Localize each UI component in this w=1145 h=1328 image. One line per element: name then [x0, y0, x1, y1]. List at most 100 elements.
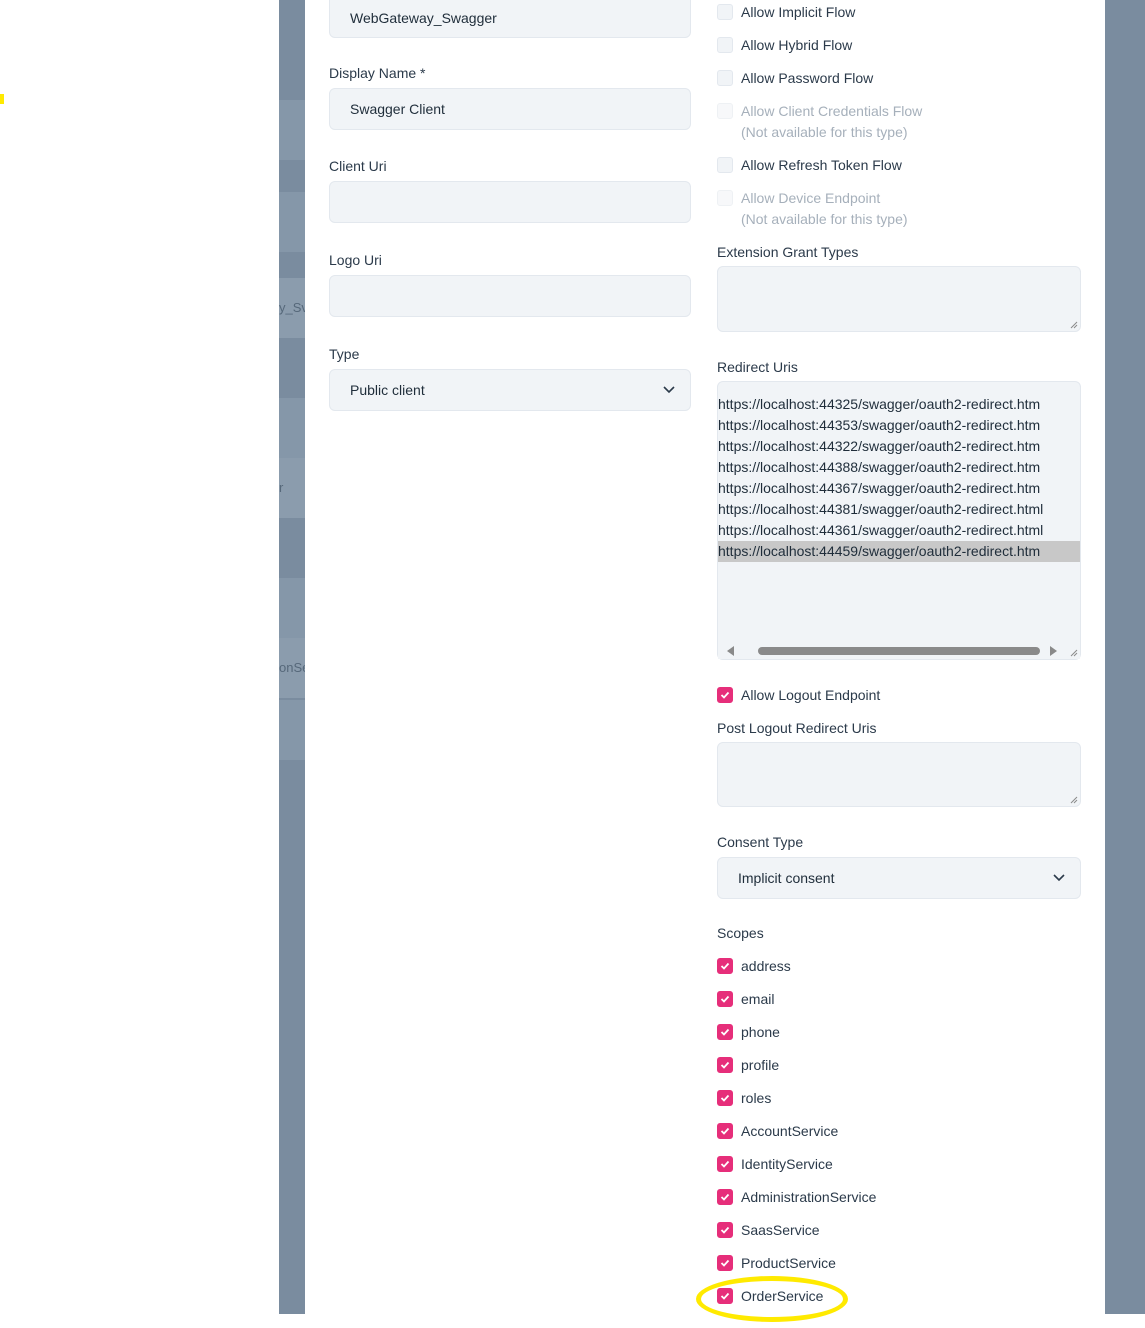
- checkbox-checked[interactable]: [717, 1156, 733, 1172]
- checkbox[interactable]: [717, 37, 733, 53]
- checkbox-checked[interactable]: [717, 1057, 733, 1073]
- checkbox-checked[interactable]: [717, 1123, 733, 1139]
- backdrop-row: [279, 192, 305, 252]
- consent-type-selected-value: Implicit consent: [738, 870, 835, 886]
- redirect-uri-line-selected: https://localhost:44459/swagger/oauth2-r…: [718, 541, 1080, 562]
- allow-refresh-token-flow[interactable]: Allow Refresh Token Flow: [717, 157, 902, 174]
- chevron-down-icon: [1053, 874, 1065, 882]
- scope-identity-service[interactable]: IdentityService: [717, 1156, 833, 1173]
- scope-label: AdministrationService: [741, 1189, 877, 1205]
- scope-profile[interactable]: profile: [717, 1057, 779, 1074]
- checkbox-disabled: [717, 190, 733, 206]
- resize-handle-icon[interactable]: [1070, 796, 1078, 804]
- checkbox-checked[interactable]: [717, 1222, 733, 1238]
- consent-type-label: Consent Type: [717, 834, 804, 850]
- backdrop-text: r: [279, 480, 284, 495]
- checkmark-icon: [720, 995, 730, 1003]
- scopes-label: Scopes: [717, 925, 764, 941]
- redirect-uri-line: https://localhost:44388/swagger/oauth2-r…: [718, 459, 1041, 475]
- allow-device-endpoint: Allow Device Endpoint (Not available for…: [717, 190, 908, 228]
- checkbox-checked[interactable]: [717, 1189, 733, 1205]
- checkbox-checked[interactable]: [717, 1255, 733, 1271]
- redirect-uri-line: https://localhost:44322/swagger/oauth2-r…: [718, 438, 1041, 454]
- checkbox[interactable]: [717, 4, 733, 20]
- allow-logout-endpoint-label: Allow Logout Endpoint: [741, 687, 881, 703]
- checkmark-icon: [720, 1028, 730, 1036]
- scope-label: phone: [741, 1024, 780, 1040]
- display-name-label: Display Name *: [329, 65, 426, 81]
- scope-email[interactable]: email: [717, 991, 774, 1008]
- checkmark-icon: [720, 1061, 730, 1069]
- logo-uri-label: Logo Uri: [329, 252, 382, 268]
- checkmark-icon: [720, 1160, 730, 1168]
- redirect-uri-line: https://localhost:44381/swagger/oauth2-r…: [718, 501, 1044, 517]
- scope-label: ProductService: [741, 1255, 836, 1271]
- allow-hybrid-flow[interactable]: Allow Hybrid Flow: [717, 37, 852, 54]
- post-logout-redirect-uris-label: Post Logout Redirect Uris: [717, 720, 877, 736]
- scope-label: IdentityService: [741, 1156, 833, 1172]
- redirect-uri-list: https://localhost:44325/swagger/oauth2-r…: [718, 394, 1080, 562]
- post-logout-redirect-uris-textarea[interactable]: [717, 742, 1081, 807]
- scope-label: roles: [741, 1090, 772, 1106]
- redirect-uri-line: https://localhost:44367/swagger/oauth2-r…: [718, 480, 1041, 496]
- allow-device-endpoint-label: Allow Device Endpoint: [741, 190, 881, 206]
- logo-uri-field[interactable]: [329, 275, 691, 317]
- scrollbar-thumb[interactable]: [758, 647, 1040, 655]
- checkbox-checked[interactable]: [717, 991, 733, 1007]
- scroll-right-arrow-icon[interactable]: [1050, 646, 1057, 656]
- allow-password-flow[interactable]: Allow Password Flow: [717, 70, 873, 87]
- checkbox[interactable]: [717, 157, 733, 173]
- extension-grant-types-textarea[interactable]: [717, 266, 1081, 332]
- backdrop-row: [279, 398, 305, 458]
- scope-account-service[interactable]: AccountService: [717, 1123, 838, 1140]
- redirect-uri-line: https://localhost:44361/swagger/oauth2-r…: [718, 522, 1044, 538]
- checkbox[interactable]: [717, 70, 733, 86]
- redirect-uris-label: Redirect Uris: [717, 359, 798, 375]
- checkbox-disabled: [717, 103, 733, 119]
- backdrop-text: onSe: [279, 660, 305, 675]
- checkmark-icon: [720, 1226, 730, 1234]
- checkmark-icon: [720, 691, 730, 699]
- scope-administration-service[interactable]: AdministrationService: [717, 1189, 876, 1206]
- checkmark-icon: [720, 962, 730, 970]
- checkbox-checked[interactable]: [717, 1024, 733, 1040]
- client-uri-field[interactable]: [329, 181, 691, 223]
- backdrop-row: [279, 578, 305, 638]
- resize-handle-icon[interactable]: [1070, 649, 1078, 657]
- annotation-highlight-circle: [696, 1276, 848, 1322]
- resize-handle-icon[interactable]: [1070, 321, 1078, 329]
- allow-client-credentials-label: Allow Client Credentials Flow: [741, 103, 923, 119]
- horizontal-scrollbar[interactable]: [718, 642, 1080, 659]
- allow-implicit-flow[interactable]: Allow Implicit Flow: [717, 4, 855, 21]
- checkmark-icon: [720, 1094, 730, 1102]
- redirect-uri-line: https://localhost:44353/swagger/oauth2-r…: [718, 417, 1041, 433]
- scope-address[interactable]: address: [717, 958, 791, 975]
- client-uri-label: Client Uri: [329, 158, 387, 174]
- scope-phone[interactable]: phone: [717, 1024, 780, 1041]
- backdrop-row: [279, 100, 305, 160]
- display-name-field[interactable]: Swagger Client: [329, 88, 691, 130]
- scope-label: profile: [741, 1057, 780, 1073]
- allow-refresh-token-label: Allow Refresh Token Flow: [741, 157, 902, 173]
- scope-product-service[interactable]: ProductService: [717, 1255, 836, 1272]
- scope-label: email: [741, 991, 775, 1007]
- scope-saas-service[interactable]: SaasService: [717, 1222, 820, 1239]
- backdrop-text: y_Sv: [279, 300, 305, 315]
- client-id-value: WebGateway_Swagger: [350, 10, 497, 26]
- scroll-left-arrow-icon[interactable]: [727, 646, 734, 656]
- consent-type-select[interactable]: Implicit consent: [717, 857, 1081, 899]
- allow-client-credentials-flow: Allow Client Credentials Flow (Not avail…: [717, 103, 922, 141]
- not-available-note: (Not available for this type): [741, 211, 908, 227]
- type-select[interactable]: Public client: [329, 369, 691, 411]
- allow-logout-endpoint[interactable]: Allow Logout Endpoint: [717, 687, 880, 704]
- checkbox-checked[interactable]: [717, 687, 733, 703]
- allow-implicit-flow-label: Allow Implicit Flow: [741, 4, 856, 20]
- checkbox-checked[interactable]: [717, 1090, 733, 1106]
- checkbox-checked[interactable]: [717, 958, 733, 974]
- scope-roles[interactable]: roles: [717, 1090, 771, 1107]
- annotation-mark: [0, 94, 4, 104]
- redirect-uris-textarea[interactable]: https://localhost:44325/swagger/oauth2-r…: [717, 381, 1081, 660]
- type-selected-value: Public client: [350, 382, 425, 398]
- scope-label: address: [741, 958, 791, 974]
- client-id-field[interactable]: WebGateway_Swagger: [329, 0, 691, 38]
